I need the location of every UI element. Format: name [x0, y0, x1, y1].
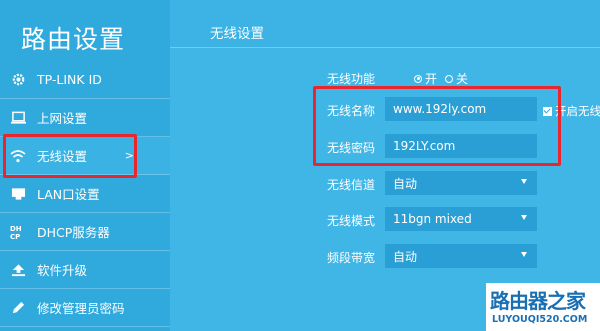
main-panel: 无线设置 无线功能 开 关 无线名称 www.192ly.com 开启无线 无线…: [170, 0, 600, 331]
channel-label: 无线信道: [327, 178, 376, 192]
sidebar-item-upgrade[interactable]: 软件升级: [0, 251, 170, 289]
highlight-box-fields: [313, 86, 561, 166]
monitor-icon: [9, 109, 27, 127]
chevron-down-icon: [521, 179, 527, 184]
wireless-function-radios: 开 关: [414, 70, 468, 87]
dhcp-icon: DH CP: [9, 223, 27, 241]
mode-label: 无线模式: [327, 214, 376, 228]
sidebar-item-admin-password[interactable]: 修改管理员密码: [0, 289, 170, 327]
svg-text:CP: CP: [10, 233, 20, 240]
ssid-broadcast-label: 开启无线: [555, 104, 600, 118]
bandwidth-value: 自动: [393, 249, 418, 264]
sidebar-item-lan[interactable]: LAN口设置: [0, 175, 170, 213]
sidebar-title: 路由设置: [21, 25, 126, 54]
wireless-function-label: 无线功能: [327, 72, 376, 86]
sidebar-item-label: TP-LINK ID: [37, 72, 102, 87]
bandwidth-label: 频段带宽: [327, 251, 376, 265]
sidebar-item-internet[interactable]: 上网设置: [0, 99, 170, 137]
svg-text:DH: DH: [10, 225, 22, 233]
radio-off-label: 关: [456, 72, 469, 86]
radio-off[interactable]: [445, 74, 454, 83]
main-header: 无线设置: [170, 0, 600, 48]
sidebar-item-label: 软件升级: [37, 263, 88, 278]
mode-select[interactable]: 11bgn mixed: [385, 207, 537, 231]
upload-icon: [9, 261, 27, 279]
chevron-down-icon: [521, 215, 527, 220]
bandwidth-select[interactable]: 自动: [385, 244, 537, 268]
gear-icon: [9, 71, 27, 89]
radio-on-label: 开: [425, 72, 438, 86]
channel-value: 自动: [393, 176, 418, 191]
sidebar-item-label: LAN口设置: [37, 187, 100, 202]
watermark-logo: 路由器之家 LUYOUQI520.COM: [486, 283, 600, 331]
sidebar-item-label: DHCP服务器: [37, 225, 110, 240]
watermark-title: 路由器之家: [490, 289, 586, 313]
mode-value: 11bgn mixed: [393, 212, 472, 226]
sidebar: 路由设置 TP-LINK ID 上网设置 无线设置 > LAN口设置 DH CP …: [0, 0, 170, 331]
lan-port-icon: [9, 185, 27, 203]
channel-select[interactable]: 自动: [385, 171, 537, 195]
page-title: 无线设置: [210, 26, 264, 42]
highlight-box-nav: [3, 134, 137, 178]
sidebar-item-label: 上网设置: [37, 111, 88, 126]
pencil-icon: [9, 299, 27, 317]
sidebar-item-dhcp[interactable]: DH CP DHCP服务器: [0, 213, 170, 251]
sidebar-item-label: 修改管理员密码: [37, 301, 125, 316]
watermark-url: LUYOUQI520.COM: [492, 314, 588, 325]
chevron-down-icon: [521, 252, 527, 257]
sidebar-item-tplink-id[interactable]: TP-LINK ID: [0, 61, 170, 99]
radio-on[interactable]: [414, 74, 422, 83]
